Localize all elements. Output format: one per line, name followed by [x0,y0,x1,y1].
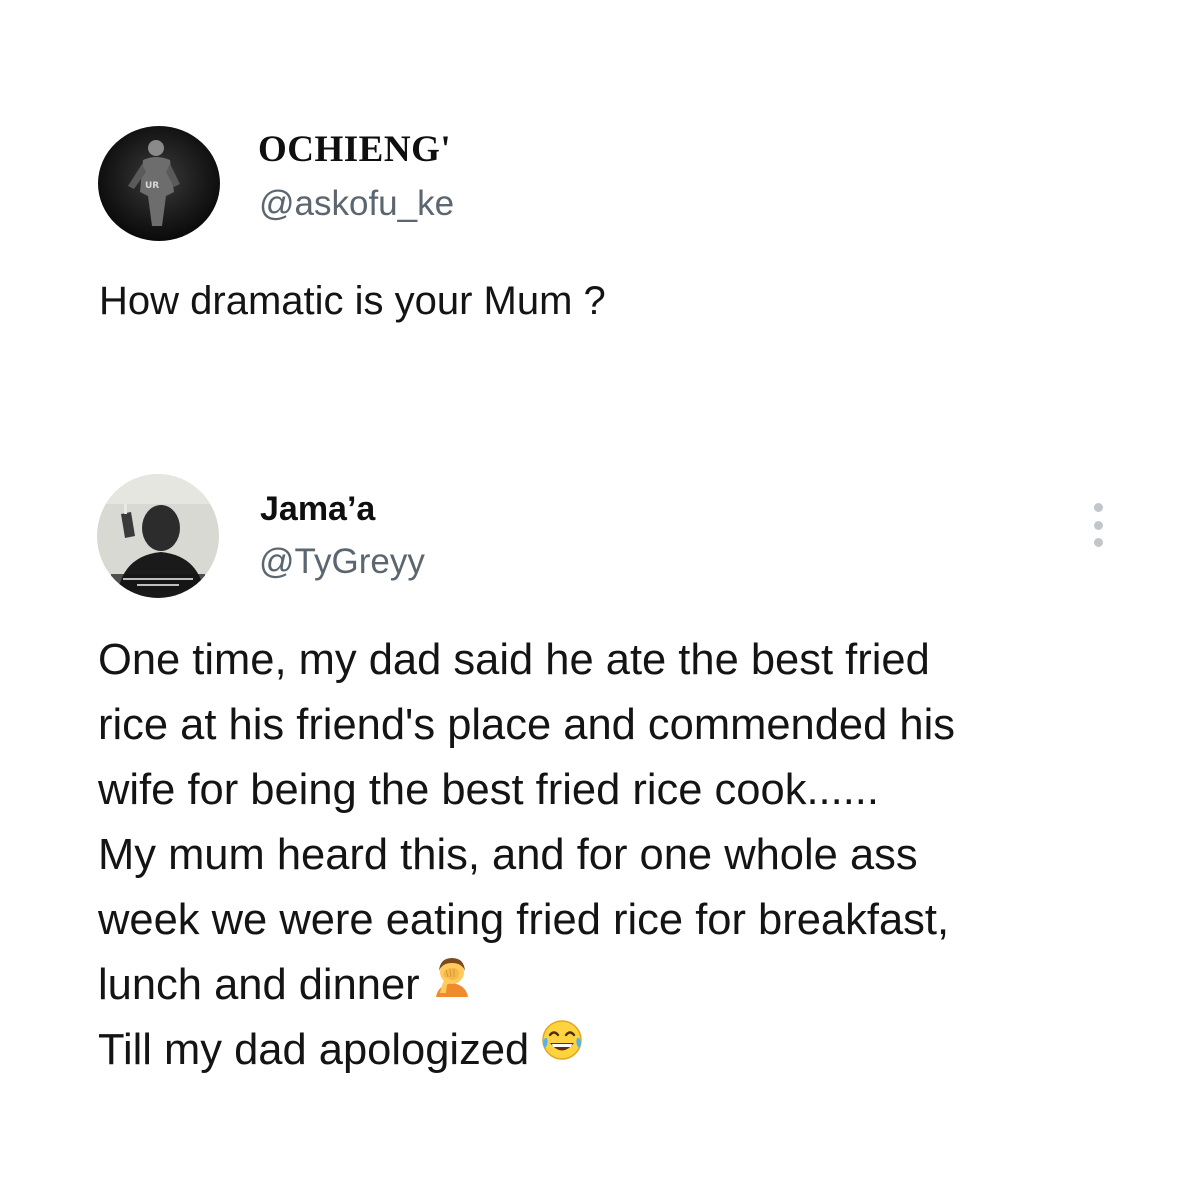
person-facepalming-emoji-icon [430,951,474,1016]
menu-dot [1093,538,1103,547]
user-handle[interactable]: @askofu_ke [259,184,454,224]
tweet-line: lunch and dinner [98,953,955,1018]
user-handle[interactable]: @TyGreyy [259,542,425,582]
avatar-shirt-text: UR [145,181,159,191]
face-with-tears-of-joy-emoji-icon [539,1016,585,1081]
tweet-line: One time, my dad said he ate the best fr… [98,636,930,684]
display-name[interactable]: OCHIENG' [258,128,451,171]
tweet-text: How dramatic is your Mum ? [99,279,606,323]
tweet-line-text: Till my dad apologized [98,1026,530,1074]
tweet-line: rice at his friend's place and commended… [98,701,956,749]
profile-photo-icon: UR [98,126,220,241]
more-options-icon[interactable] [1088,503,1108,547]
avatar[interactable]: UR [98,126,220,241]
tweet-text: One time, my dad said he ate the best fr… [98,628,955,1083]
profile-photo-icon [97,474,219,598]
avatar[interactable] [97,474,219,598]
tweet-line: Till my dad apologized [98,1018,955,1083]
tweet-line: week we were eating fried rice for break… [98,896,950,944]
menu-dot [1093,503,1103,512]
menu-dot [1093,520,1103,530]
tweet-line-text: lunch and dinner [98,961,420,1009]
tweet-line: My mum heard this, and for one whole ass [98,831,918,879]
display-name[interactable]: Jama’a [260,490,375,529]
tweet-line: wife for being the best fried rice cook.… [98,766,879,814]
